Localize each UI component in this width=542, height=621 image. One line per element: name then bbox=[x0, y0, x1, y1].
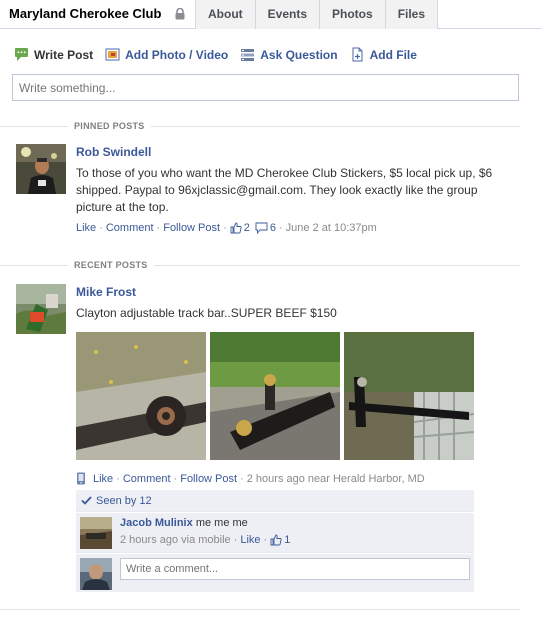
track-bar-photo-3 bbox=[344, 332, 474, 460]
comment-like-link[interactable]: Like bbox=[240, 534, 260, 546]
composer-tabs: Write Post Add Photo / Video Ask Questio… bbox=[14, 47, 429, 62]
seen-by-row[interactable]: Seen by 12 bbox=[76, 490, 474, 512]
likes-count[interactable]: 2 bbox=[244, 222, 250, 234]
like-link[interactable]: Like bbox=[93, 473, 113, 485]
add-file-label: Add File bbox=[369, 47, 417, 62]
checkmark-icon bbox=[81, 496, 92, 505]
composer-input[interactable] bbox=[12, 74, 519, 101]
tab-events[interactable]: Events bbox=[254, 0, 320, 29]
comment: Jacob Mulinix me me me 2 hours ago via m… bbox=[76, 513, 474, 553]
comment-link[interactable]: Comment bbox=[123, 473, 171, 485]
mobile-phone-icon bbox=[77, 472, 85, 485]
post-text: To those of you who want the MD Cherokee… bbox=[76, 166, 493, 214]
post-author[interactable]: Rob Swindell bbox=[76, 145, 151, 159]
rob-swindell-avatar-image bbox=[16, 144, 66, 194]
thumbs-up-icon bbox=[230, 222, 242, 234]
post-text: Clayton adjustable track bar..SUPER BEEF… bbox=[76, 306, 337, 320]
avatar[interactable] bbox=[16, 284, 66, 334]
comment-meta: 2 hours ago via mobile · Like · 1 bbox=[120, 534, 291, 546]
comment-bubble-icon bbox=[255, 222, 268, 234]
post-photo[interactable] bbox=[344, 332, 474, 460]
tab-about[interactable]: About bbox=[195, 0, 255, 29]
section-divider bbox=[0, 609, 520, 610]
follow-post-link[interactable]: Follow Post bbox=[163, 222, 220, 234]
mike-frost-avatar-image bbox=[16, 284, 66, 334]
add-photo-video-tab[interactable]: Add Photo / Video bbox=[105, 47, 228, 62]
question-list-icon bbox=[241, 49, 255, 61]
post-timestamp[interactable]: 2 hours ago near Herald Harbor, MD bbox=[247, 473, 425, 485]
like-link[interactable]: Like bbox=[76, 222, 96, 234]
post-photo[interactable] bbox=[76, 332, 206, 460]
speech-bubble-icon bbox=[15, 48, 28, 61]
current-user-avatar-image bbox=[80, 558, 112, 590]
file-icon bbox=[352, 47, 363, 62]
recent-posts-label: RECENT POSTS bbox=[68, 260, 154, 270]
pinned-posts-label: PINNED POSTS bbox=[68, 121, 151, 131]
comment-text: me me me bbox=[195, 517, 248, 529]
add-file-tab[interactable]: Add File bbox=[350, 47, 417, 62]
lock-icon bbox=[175, 8, 185, 20]
thumbs-up-icon bbox=[270, 534, 282, 546]
ask-question-tab[interactable]: Ask Question bbox=[240, 47, 338, 62]
jacob-mulinix-avatar-image bbox=[80, 517, 112, 549]
add-photo-video-label: Add Photo / Video bbox=[125, 47, 229, 62]
follow-post-link[interactable]: Follow Post bbox=[180, 473, 237, 485]
post-photo[interactable] bbox=[210, 332, 340, 460]
avatar[interactable] bbox=[80, 517, 112, 549]
avatar bbox=[80, 558, 112, 590]
ask-question-label: Ask Question bbox=[260, 47, 338, 62]
photo-icon bbox=[105, 48, 120, 61]
post-author[interactable]: Mike Frost bbox=[76, 285, 136, 299]
tab-files[interactable]: Files bbox=[384, 0, 439, 29]
group-header: Maryland Cherokee Club About Events Phot… bbox=[0, 0, 542, 29]
track-bar-photo-2 bbox=[210, 332, 340, 460]
post-timestamp[interactable]: June 2 at 10:37pm bbox=[286, 222, 377, 234]
seen-by-label: Seen by 12 bbox=[96, 494, 152, 507]
write-post-label: Write Post bbox=[34, 47, 94, 62]
avatar[interactable] bbox=[16, 144, 66, 194]
post-actions: Like · Comment · Follow Post · 2 6 · Jun… bbox=[76, 222, 377, 234]
group-tabs: About Events Photos Files bbox=[195, 0, 439, 29]
comment-author[interactable]: Jacob Mulinix bbox=[120, 517, 193, 529]
tab-photos[interactable]: Photos bbox=[319, 0, 385, 29]
comment-input[interactable] bbox=[120, 558, 470, 580]
comment-likes-count[interactable]: 1 bbox=[284, 534, 290, 546]
write-comment-row bbox=[76, 554, 474, 592]
comments-count[interactable]: 6 bbox=[270, 222, 276, 234]
post-actions: Like · Comment · Follow Post · 2 hours a… bbox=[76, 472, 425, 485]
group-name[interactable]: Maryland Cherokee Club bbox=[9, 6, 161, 21]
comment-link[interactable]: Comment bbox=[106, 222, 154, 234]
track-bar-photo-1 bbox=[76, 332, 206, 460]
comment-timestamp[interactable]: 2 hours ago via mobile bbox=[120, 534, 231, 546]
write-post-tab[interactable]: Write Post bbox=[14, 47, 93, 62]
